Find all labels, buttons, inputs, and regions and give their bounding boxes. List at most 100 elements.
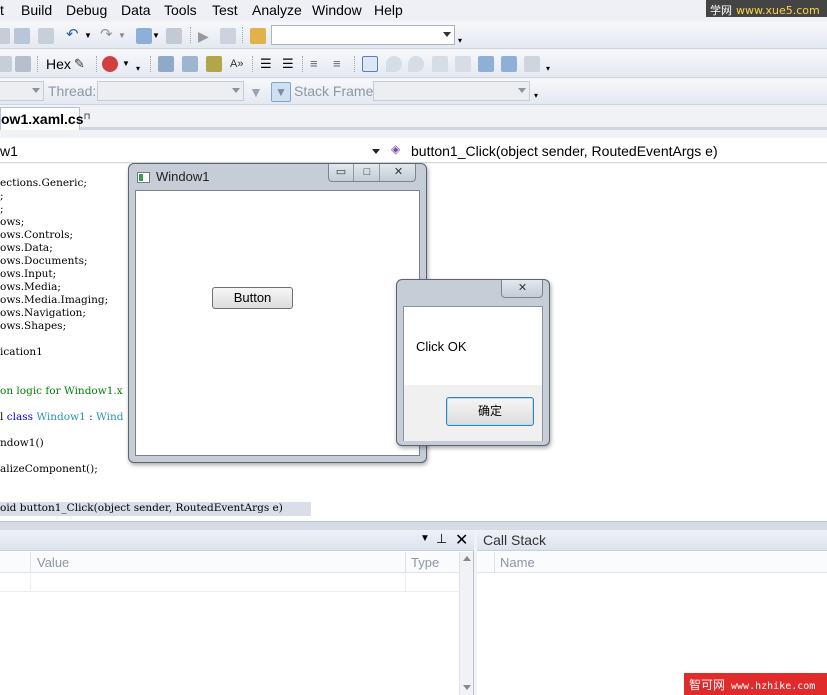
watermark-bottom: 智可网 www.hzhike.com: [684, 673, 827, 695]
close-button[interactable]: ✕: [502, 280, 543, 297]
comment-icon[interactable]: ≡: [310, 56, 326, 72]
call-stack-column-header: Name: [477, 552, 827, 573]
code-line: ows.Media.Imaging;: [0, 294, 109, 306]
uncomment-icon[interactable]: ≡: [333, 56, 349, 72]
column-header-value[interactable]: Value: [37, 555, 69, 570]
code-line: ;: [0, 203, 4, 215]
panel-splitter[interactable]: [0, 521, 827, 530]
caption-buttons: ▭ □ ✕: [328, 164, 416, 182]
start-debugging-icon[interactable]: ▶: [198, 28, 214, 44]
spelling-icon[interactable]: [206, 56, 222, 72]
increase-indent-icon[interactable]: ☰: [282, 56, 298, 72]
code-line: on logic for Window1.x: [0, 385, 123, 397]
window1-title: Window1: [156, 169, 210, 184]
format-selection-icon[interactable]: [158, 56, 174, 72]
cut-icon[interactable]: [0, 28, 10, 44]
prev-bookmark-folder-icon[interactable]: [432, 56, 448, 72]
call-stack-header: Call Stack: [477, 530, 827, 551]
scroll-up-icon[interactable]: [463, 556, 471, 561]
next-bookmark-folder-icon[interactable]: [455, 56, 471, 72]
column-divider[interactable]: [494, 552, 495, 573]
message-box: ✕ Click OK 确定: [396, 279, 550, 446]
code-line: ication1: [0, 346, 43, 358]
step-icon[interactable]: ✎: [74, 56, 90, 72]
locals-scrollbar[interactable]: [459, 552, 473, 695]
toolbar-separator: [354, 56, 358, 72]
pin-icon[interactable]: ⊥: [436, 531, 447, 547]
type-name: Wind: [96, 411, 124, 423]
menu-item-analyze[interactable]: Analyze: [252, 2, 302, 18]
method-icon: ◈: [391, 142, 401, 156]
code-line: l class Window1 : Wind: [0, 411, 124, 423]
format-document-icon[interactable]: [182, 56, 198, 72]
menu-item-data[interactable]: Data: [121, 2, 151, 18]
menu-item-window[interactable]: Window: [312, 2, 362, 18]
ok-button[interactable]: 确定: [446, 397, 534, 426]
column-header-type[interactable]: Type: [411, 555, 439, 570]
navigate-backward-icon[interactable]: [136, 28, 152, 44]
next-bookmark-icon[interactable]: [408, 56, 424, 72]
process-combo[interactable]: [0, 81, 44, 101]
toolbar-overflow-icon[interactable]: ▾: [546, 64, 562, 80]
next-bookmark-doc-icon[interactable]: [501, 56, 517, 72]
thread-combo[interactable]: [97, 81, 244, 101]
toolbar-separator: [252, 56, 256, 72]
flag-threads-icon[interactable]: ▼: [271, 82, 291, 102]
locals-panel-header: ▼ ⊥ ✕: [0, 530, 474, 551]
code-line: ows.Media;: [0, 281, 61, 293]
redo-icon[interactable]: ↷: [100, 27, 116, 44]
minimize-icon: ▭: [335, 166, 347, 178]
watermark-bottom-site: www.hzhike.com: [731, 681, 816, 692]
column-divider[interactable]: [30, 552, 31, 573]
column-divider: [30, 574, 31, 592]
menu-item-debug[interactable]: Debug: [66, 2, 107, 18]
close-icon[interactable]: ✕: [455, 530, 468, 550]
prev-bookmark-doc-icon[interactable]: [478, 56, 494, 72]
code-line: ows.Documents;: [0, 255, 88, 267]
column-header-name[interactable]: Name: [500, 555, 535, 570]
type-name: Window1: [36, 411, 86, 423]
toggle-icon[interactable]: [0, 56, 12, 72]
member-dropdown[interactable]: ◈ button1_Click(object sender, RoutedEve…: [389, 140, 827, 161]
filter-icon[interactable]: ▼: [249, 84, 265, 100]
navigate-forward-icon[interactable]: [166, 28, 182, 44]
breakpoint-icon[interactable]: [102, 56, 118, 72]
undo-dropdown-icon[interactable]: ▼: [84, 28, 100, 44]
font-size-icon[interactable]: A»: [230, 56, 246, 72]
minimize-button[interactable]: ▭: [329, 164, 354, 181]
open-solution-icon[interactable]: [250, 28, 266, 44]
hex-button[interactable]: Hex: [46, 56, 71, 72]
toolbar-separator: [96, 56, 100, 72]
decimal-icon[interactable]: [15, 56, 31, 72]
message-text: Click OK: [416, 339, 467, 354]
menu-item-tools[interactable]: Tools: [164, 2, 197, 18]
redo-dropdown-icon[interactable]: ▼: [118, 28, 134, 44]
copy-icon[interactable]: [14, 28, 30, 44]
find-in-files-icon[interactable]: [220, 28, 236, 44]
tab-label: ow1.xaml.cs: [1, 111, 84, 127]
undo-icon[interactable]: ↶: [66, 27, 82, 44]
scroll-down-icon[interactable]: [463, 685, 471, 690]
window-position-icon[interactable]: ▼: [420, 533, 430, 544]
column-divider[interactable]: [405, 552, 406, 573]
clear-bookmarks-icon[interactable]: [524, 56, 540, 72]
menu-item-edit[interactable]: t: [0, 2, 4, 18]
paste-icon[interactable]: [38, 28, 54, 44]
menu-item-build[interactable]: Build: [21, 2, 52, 18]
toolbar-separator: [37, 56, 41, 72]
tab-window1-xaml-cs[interactable]: ow1.xaml.cs⊓: [0, 107, 91, 130]
button1[interactable]: Button: [212, 287, 293, 309]
decrease-indent-icon[interactable]: ☰: [260, 56, 276, 72]
stack-frame-combo[interactable]: [373, 81, 530, 101]
menu-item-test[interactable]: Test: [212, 2, 238, 18]
menu-item-help[interactable]: Help: [374, 2, 403, 18]
type-dropdown[interactable]: w1: [0, 140, 386, 161]
maximize-button[interactable]: □: [355, 164, 380, 181]
app-window-icon: [137, 172, 150, 183]
locals-row[interactable]: [0, 574, 460, 592]
bookmark-icon[interactable]: [362, 56, 378, 72]
find-combo[interactable]: [271, 25, 455, 45]
toolbar-overflow-icon[interactable]: ▾: [534, 91, 550, 107]
prev-bookmark-icon[interactable]: [386, 56, 402, 72]
close-button[interactable]: ✕: [381, 164, 416, 181]
